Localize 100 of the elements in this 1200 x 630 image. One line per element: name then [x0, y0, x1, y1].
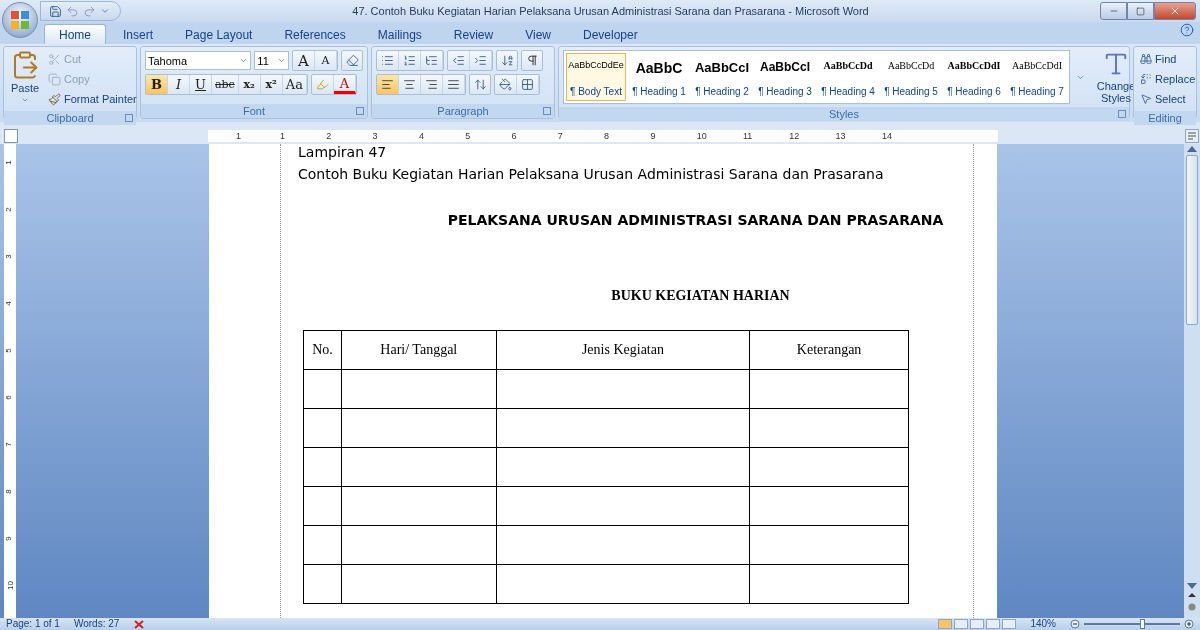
zoom-out-icon[interactable] — [1070, 619, 1080, 629]
ribbon-tab[interactable]: References — [269, 24, 361, 44]
pilcrow-button[interactable] — [521, 50, 543, 71]
shrink-font-button[interactable]: A — [315, 51, 337, 70]
office-button[interactable] — [2, 2, 38, 38]
column-header: Hari/ Tanggal — [341, 330, 497, 370]
font-name-field[interactable]: Tahoma — [145, 51, 252, 70]
editing-button[interactable]: Select — [1138, 90, 1198, 108]
caret-icon — [277, 56, 286, 65]
zoom-in-icon[interactable] — [1184, 619, 1194, 629]
view-button[interactable] — [986, 619, 1001, 629]
ribbon-tab[interactable]: Home — [44, 24, 106, 44]
indent-icon — [474, 54, 487, 67]
group-label: Editing — [1134, 111, 1196, 125]
zoom-level[interactable]: 140% — [1030, 619, 1056, 629]
paste-button[interactable]: Paste — [8, 50, 42, 108]
group-label: Clipboard — [4, 111, 136, 125]
maximize-button[interactable] — [1127, 2, 1154, 20]
line-spacing-button[interactable] — [469, 74, 491, 95]
font-color-button[interactable]: A — [333, 75, 356, 94]
attachment-line: Lampiran 47 — [297, 144, 388, 160]
office-logo-icon — [10, 10, 30, 30]
format-button[interactable]: U — [190, 75, 212, 94]
close-icon — [1169, 5, 1181, 17]
view-button[interactable] — [954, 619, 969, 629]
document-heading: PELAKSANA URUSAN ADMINISTRASI SARANA DAN PRASARANA — [446, 212, 945, 228]
view-button[interactable] — [970, 619, 985, 629]
restore-icon — [1136, 6, 1145, 16]
grow-font-button[interactable]: A — [293, 51, 315, 70]
format-button[interactable]: x² — [260, 75, 283, 94]
sort-icon — [500, 54, 514, 67]
sort-button[interactable] — [496, 50, 518, 71]
editing-button[interactable]: Replace — [1138, 70, 1198, 88]
editing-button[interactable]: Find — [1138, 50, 1198, 68]
table-cell — [303, 369, 342, 409]
ruler-number: 13 — [835, 129, 846, 142]
clipboard-button[interactable]: Format Painter — [46, 90, 139, 108]
column-header: No. — [303, 330, 342, 370]
ribbon-tab[interactable]: Mailings — [362, 24, 437, 44]
ribbon-tab[interactable]: Review — [438, 24, 509, 44]
ribbon-tab[interactable]: View — [510, 24, 566, 44]
table-cell — [303, 564, 342, 604]
table-cell — [303, 486, 342, 526]
zoom-thumb[interactable] — [1139, 619, 1145, 629]
window-title: 47. Contoh Buku Kegiatan Harian Pelaksana Urusan Administrasi Sarana dan Prasarana - Microsoft Word — [351, 5, 870, 17]
paint-bucket-icon — [499, 78, 512, 91]
column-header: Keterangan — [749, 330, 909, 370]
align-icon — [381, 78, 394, 91]
ruler-number: 5 — [3, 348, 13, 353]
table-cell — [303, 447, 342, 487]
page-count[interactable]: Page: 1 of 1 — [6, 619, 60, 629]
ruler-number: 7 — [557, 129, 563, 142]
ruler-number: 10 — [696, 129, 707, 142]
help-icon — [1180, 23, 1194, 37]
format-button[interactable]: abc — [212, 75, 239, 94]
ribbon-tab[interactable]: Developer — [567, 24, 653, 44]
multilevel-list-icon — [425, 54, 438, 67]
font-size-field[interactable]: 11 — [254, 51, 289, 70]
bullet-list-icon — [381, 54, 394, 67]
format-button[interactable]: B — [146, 75, 168, 94]
ruler-toggle-icon — [1185, 128, 1199, 143]
caret-icon — [21, 96, 29, 104]
view-button[interactable] — [1002, 619, 1017, 629]
ruler-number: 8 — [604, 129, 610, 142]
table-cell — [303, 525, 342, 565]
close-button[interactable] — [1154, 2, 1196, 20]
tab-selector[interactable] — [4, 128, 18, 143]
dialog-launcher-icon[interactable] — [543, 107, 551, 115]
ruler-number: 3 — [372, 129, 378, 142]
scroll-thumb[interactable] — [1186, 155, 1198, 325]
ruler-number: 9 — [3, 536, 13, 541]
book-title: BUKU KEGIATAN HARIAN — [610, 288, 791, 304]
view-button[interactable] — [938, 619, 953, 629]
style-item[interactable]: AaBbCcDdEe ¶ Body Text — [566, 53, 626, 101]
ruler-number: 1 — [236, 129, 241, 142]
format-button[interactable]: Aa — [282, 75, 307, 94]
caret-icon — [239, 56, 249, 65]
undo-icon — [66, 4, 79, 18]
border-icon — [521, 78, 534, 91]
minimize-button[interactable] — [1100, 2, 1127, 20]
table-cell — [303, 408, 342, 448]
document-subtitle: Contoh Buku Kegiatan Harian Pelaksana Urusan Administrasi Sarana dan Prasarana — [298, 166, 885, 182]
dialog-launcher-icon[interactable] — [356, 107, 364, 115]
format-button[interactable]: x₂ — [238, 75, 261, 94]
scissors-icon — [48, 52, 61, 66]
previous-page-icon — [1188, 592, 1196, 600]
format-button[interactable]: I — [168, 75, 190, 94]
ruler-number: 10 — [5, 581, 15, 590]
align-button[interactable] — [377, 75, 399, 94]
align-icon — [403, 78, 416, 91]
dialog-launcher-icon[interactable] — [1118, 110, 1126, 118]
ruler-number: 6 — [511, 129, 517, 142]
dialog-launcher-icon[interactable] — [125, 114, 133, 122]
clear-format-button[interactable] — [341, 50, 363, 71]
word-count[interactable]: Words: 27 — [73, 619, 120, 629]
ruler-number: 3 — [3, 254, 13, 259]
save-icon — [49, 4, 62, 18]
ribbon-tab[interactable]: Insert — [108, 24, 169, 44]
ruler-number: 9 — [650, 129, 656, 142]
ribbon-tab[interactable]: Page Layout — [170, 24, 268, 44]
